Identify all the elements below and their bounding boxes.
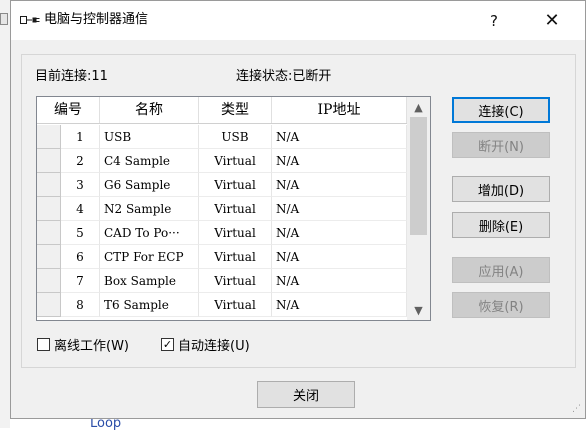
- auto-connect-checkbox[interactable]: ✓ 自动连接(U): [161, 335, 250, 354]
- row-selector[interactable]: [37, 293, 61, 317]
- row-number: 2: [61, 149, 100, 173]
- table-scrollbar[interactable]: ▲ ▼: [407, 97, 430, 320]
- offline-checkbox[interactable]: 离线工作(W): [37, 335, 129, 354]
- row-type: Virtual: [199, 197, 272, 221]
- table-row[interactable]: 6 CTP For ECP Virtual N/A: [37, 245, 407, 269]
- offline-checkbox-label: 离线工作(W): [54, 338, 129, 354]
- scroll-thumb[interactable]: [410, 117, 427, 235]
- row-number: 6: [61, 245, 100, 269]
- apply-button[interactable]: 应用(A): [452, 257, 550, 283]
- resize-grip-icon[interactable]: ⋰: [572, 405, 582, 415]
- window-title: 电脑与控制器通信: [44, 12, 149, 27]
- row-ip: N/A: [272, 125, 407, 149]
- close-button[interactable]: 关闭: [257, 381, 355, 408]
- scroll-down-icon[interactable]: ▼: [407, 300, 430, 320]
- row-ip: N/A: [272, 221, 407, 245]
- row-name: G6 Sample: [100, 173, 199, 197]
- row-selector[interactable]: [37, 173, 61, 197]
- row-ip: N/A: [272, 197, 407, 221]
- row-type: Virtual: [199, 221, 272, 245]
- table-row[interactable]: 7 Box Sample Virtual N/A: [37, 269, 407, 293]
- row-number: 3: [61, 173, 100, 197]
- help-button[interactable]: ?: [471, 1, 517, 40]
- connect-button[interactable]: 连接(C): [452, 97, 550, 123]
- row-selector[interactable]: [37, 245, 61, 269]
- column-header-ip[interactable]: IP地址: [272, 97, 407, 123]
- row-ip: N/A: [272, 245, 407, 269]
- table-row[interactable]: 1 USB USB N/A: [37, 125, 407, 149]
- row-ip: N/A: [272, 149, 407, 173]
- row-selector[interactable]: [37, 269, 61, 293]
- row-ip: N/A: [272, 173, 407, 197]
- row-name: C4 Sample: [100, 149, 199, 173]
- checkmark-icon: ✓: [162, 337, 173, 351]
- row-selector[interactable]: [37, 125, 61, 149]
- offline-checkbox-box[interactable]: [37, 337, 50, 351]
- add-button[interactable]: 增加(D): [452, 176, 550, 202]
- restore-button[interactable]: 恢复(R): [452, 292, 550, 318]
- communication-dialog: 电脑与控制器通信 ? ✕ 目前连接:11 连接状态:已断开 编号 名称 类型 I…: [10, 0, 586, 419]
- row-type: USB: [199, 125, 272, 149]
- row-number: 4: [61, 197, 100, 221]
- close-icon[interactable]: ✕: [529, 1, 575, 40]
- table-row[interactable]: 8 T6 Sample Virtual N/A: [37, 293, 407, 317]
- row-selector[interactable]: [37, 149, 61, 173]
- row-type: Virtual: [199, 173, 272, 197]
- column-header-number[interactable]: 编号: [37, 97, 100, 123]
- row-ip: N/A: [272, 293, 407, 317]
- scroll-up-icon[interactable]: ▲: [407, 97, 430, 117]
- row-ip: N/A: [272, 269, 407, 293]
- table-row[interactable]: 4 N2 Sample Virtual N/A: [37, 197, 407, 221]
- background-widget: [0, 13, 8, 25]
- row-name: CTP For ECP: [100, 245, 199, 269]
- background-window-edge: [0, 0, 10, 428]
- background-area: Loop: [10, 417, 586, 430]
- connection-count-label: 目前连接:11: [35, 69, 108, 84]
- row-name: Box Sample: [100, 269, 199, 293]
- table-header: 编号 名称 类型 IP地址: [37, 97, 407, 124]
- row-name: CAD To Po···: [100, 221, 199, 245]
- table-row[interactable]: 3 G6 Sample Virtual N/A: [37, 173, 407, 197]
- auto-connect-checkbox-box[interactable]: ✓: [161, 337, 174, 351]
- row-selector[interactable]: [37, 221, 61, 245]
- table-row[interactable]: 2 C4 Sample Virtual N/A: [37, 149, 407, 173]
- column-header-type[interactable]: 类型: [199, 97, 272, 123]
- column-header-name[interactable]: 名称: [100, 97, 199, 123]
- row-name: N2 Sample: [100, 197, 199, 221]
- row-number: 8: [61, 293, 100, 317]
- auto-connect-checkbox-label: 自动连接(U): [178, 338, 250, 354]
- title-bar[interactable]: 电脑与控制器通信 ? ✕: [11, 1, 585, 40]
- row-number: 7: [61, 269, 100, 293]
- connection-state-label: 连接状态:已断开: [236, 69, 332, 84]
- row-name: USB: [100, 125, 199, 149]
- connection-icon: [20, 16, 40, 24]
- row-name: T6 Sample: [100, 293, 199, 317]
- connection-table: 编号 名称 类型 IP地址 1 USB USB N/A 2 C4 Sample …: [36, 96, 431, 321]
- row-type: Virtual: [199, 269, 272, 293]
- row-type: Virtual: [199, 245, 272, 269]
- row-type: Virtual: [199, 293, 272, 317]
- disconnect-button[interactable]: 断开(N): [452, 132, 550, 158]
- row-number: 1: [61, 125, 100, 149]
- row-type: Virtual: [199, 149, 272, 173]
- table-row[interactable]: 5 CAD To Po··· Virtual N/A: [37, 221, 407, 245]
- row-number: 5: [61, 221, 100, 245]
- row-selector[interactable]: [37, 197, 61, 221]
- delete-button[interactable]: 删除(E): [452, 212, 550, 238]
